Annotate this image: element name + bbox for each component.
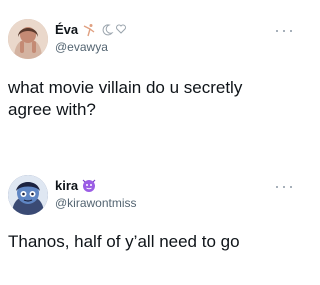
avatar-image (8, 175, 48, 215)
avatar-image (8, 19, 48, 59)
purple-emoji-icon (82, 179, 96, 193)
heart-icon (115, 23, 129, 37)
author-name-row: kira (55, 178, 96, 194)
more-options-icon[interactable] (276, 28, 292, 34)
tweet-text: what movie villain do u secretly agree w… (8, 78, 243, 119)
more-options-icon[interactable] (276, 184, 292, 190)
author-name-row: Éva (55, 22, 129, 38)
tweet[interactable]: Éva @evawya what movie villain do u secr… (0, 0, 300, 140)
crescent-moon-icon (100, 23, 114, 37)
tweet[interactable]: kira @kirawontmiss Thanos, half of y’all… (0, 160, 300, 285)
tweet-text: Thanos, half of y’all need to go (8, 232, 240, 251)
display-name[interactable]: Éva (55, 22, 78, 38)
avatar[interactable] (8, 19, 48, 59)
avatar[interactable] (8, 175, 48, 215)
dancer-icon (82, 23, 96, 37)
author-handle[interactable]: @evawya (55, 40, 108, 55)
author-handle[interactable]: @kirawontmiss (55, 196, 137, 211)
display-name[interactable]: kira (55, 178, 78, 194)
